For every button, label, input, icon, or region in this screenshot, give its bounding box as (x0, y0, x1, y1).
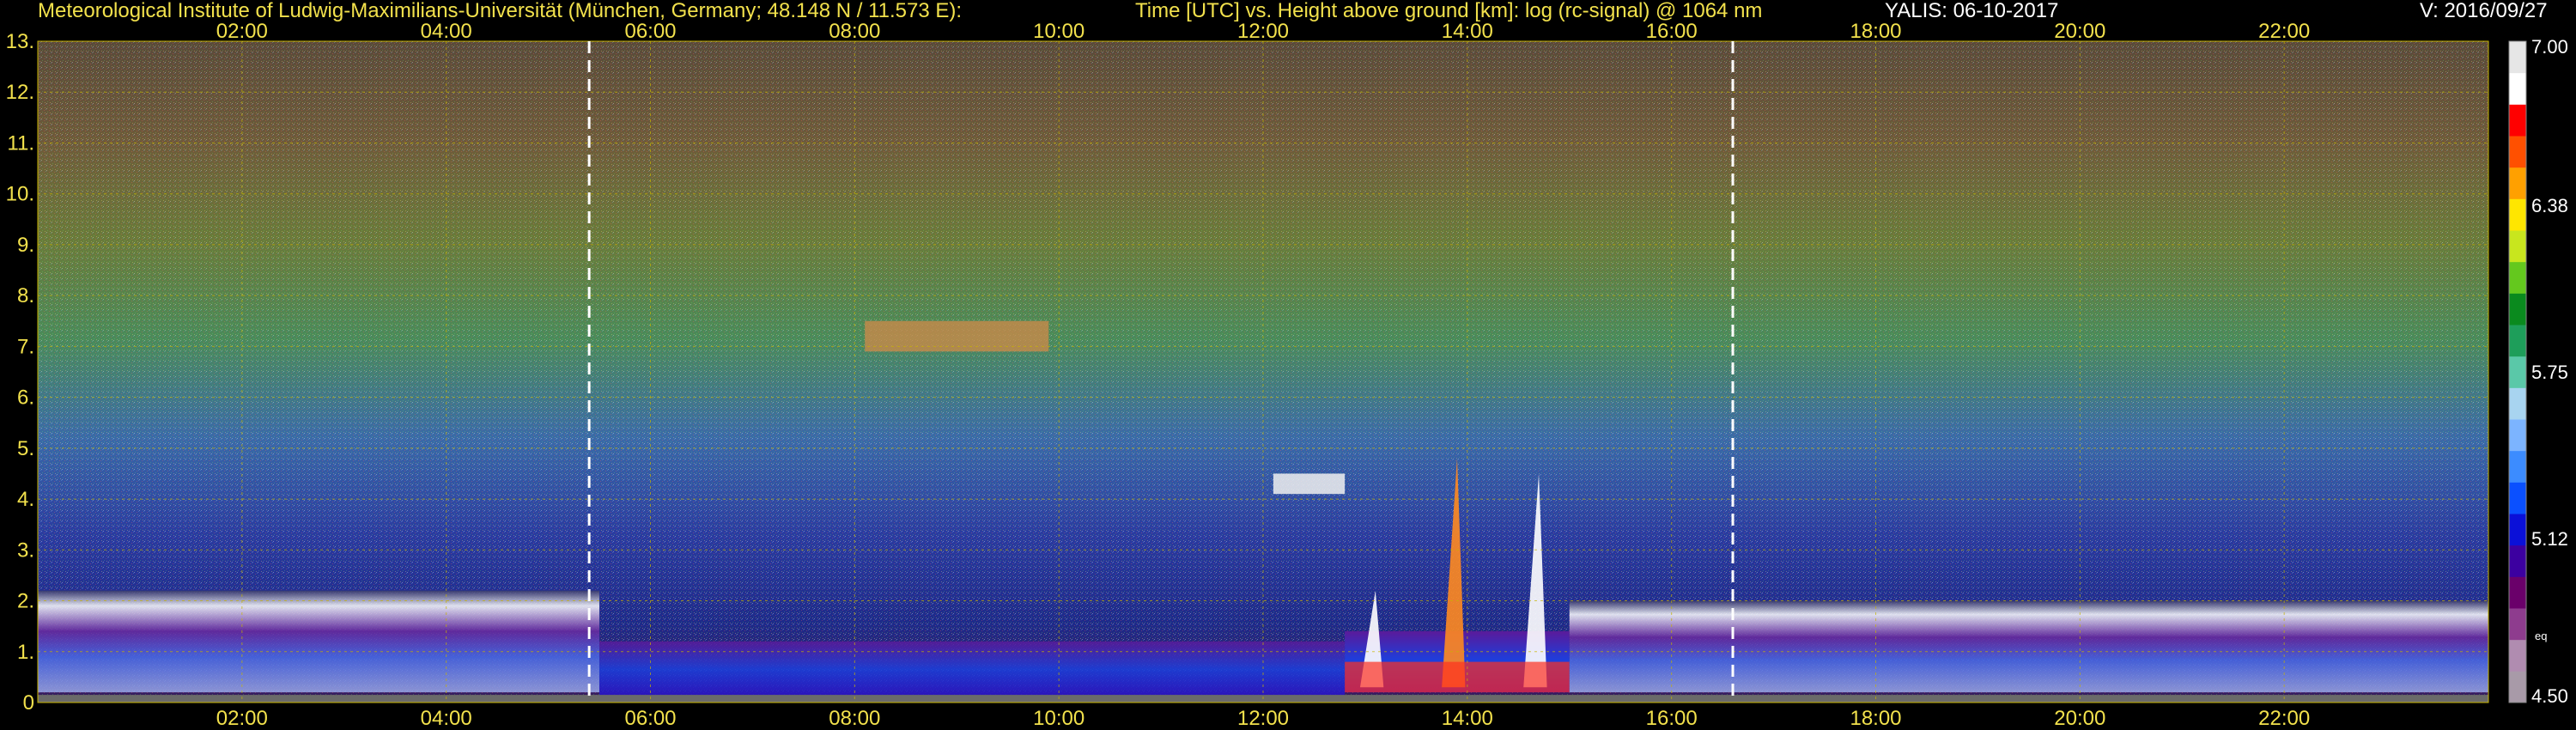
x-tick-label-bottom: 02:00 (216, 707, 268, 730)
x-tick-label-top: 06:00 (624, 20, 676, 43)
colorbar-eq-label: eq (2535, 630, 2547, 642)
colorbar-segment (2509, 514, 2526, 546)
x-tick-label-bottom: 16:00 (1646, 707, 1698, 730)
colorbar-segment (2509, 230, 2526, 263)
y-tick-label: 5. (17, 437, 34, 460)
x-tick-label-bottom: 10:00 (1033, 707, 1084, 730)
lidar-heatmap-chart: 02:00 04:00 06:00 08:00 10:00 12:00 14:00 16:00… (6, 20, 2568, 730)
x-axis-bottom: 02:00 04:00 06:00 08:00 10:00 12:00 14:00 16:00… (216, 707, 2310, 730)
colorbar-segment (2509, 608, 2526, 641)
colorbar-segment (2509, 671, 2526, 703)
y-tick-label: 0 (23, 691, 34, 715)
feature-band (1569, 600, 2488, 693)
colorbar-segment (2509, 104, 2526, 137)
x-tick-label-top: 22:00 (2258, 20, 2310, 43)
y-tick-label: 1. (17, 641, 34, 664)
colorbar-segment (2509, 293, 2526, 325)
y-tick-label: 13. (6, 30, 34, 53)
colorbar-segment (2509, 325, 2526, 357)
colorbar-segment (2509, 544, 2526, 577)
colorbar-segment (2509, 167, 2526, 199)
y-tick-label: 12. (6, 81, 34, 104)
colorbar-tick-label: 4.50 (2531, 685, 2568, 707)
colorbar-segment (2509, 576, 2526, 609)
feature-band (865, 320, 1049, 352)
colorbar-segment (2509, 482, 2526, 514)
x-axis-top: 02:00 04:00 06:00 08:00 10:00 12:00 14:00 16:00… (216, 20, 2310, 43)
y-tick-label: 9. (17, 234, 34, 257)
x-tick-label-top: 04:00 (421, 20, 472, 43)
colorbar-segment (2509, 419, 2526, 452)
x-tick-label-top: 20:00 (2054, 20, 2105, 43)
colorbar-segment (2509, 450, 2526, 483)
colorbar-tick-label: 5.12 (2531, 528, 2568, 550)
x-tick-label-bottom: 14:00 (1442, 707, 1493, 730)
colorbar-segment (2509, 72, 2526, 105)
x-tick-label-bottom: 22:00 (2258, 707, 2310, 730)
colorbar-segment (2509, 41, 2526, 74)
y-axis: 0 1. 2. 3. 4. 5. 6. 7. 8. 9. 10. 11. 12. 13. (6, 30, 34, 715)
y-tick-label: 3. (17, 538, 34, 562)
colorbar-tick-label: 6.38 (2531, 195, 2568, 216)
feature-band (1273, 473, 1346, 495)
colorbar-segment (2509, 136, 2526, 168)
feature-band (38, 590, 600, 693)
x-tick-label-top: 18:00 (1850, 20, 1901, 43)
x-tick-label-bottom: 18:00 (1850, 707, 1901, 730)
y-tick-label: 8. (17, 284, 34, 307)
y-tick-label: 10. (6, 183, 34, 206)
x-tick-label-bottom: 12:00 (1237, 707, 1289, 730)
colorbar-tick-label: 5.75 (2531, 362, 2568, 383)
colorbar-tick-label: 7.00 (2531, 36, 2568, 58)
x-tick-label-top: 16:00 (1646, 20, 1698, 43)
y-tick-label: 4. (17, 488, 34, 511)
colorbar-segment (2509, 198, 2526, 231)
y-tick-label: 11. (7, 131, 34, 155)
y-tick-label: 6. (17, 386, 34, 410)
x-tick-label-top: 02:00 (216, 20, 268, 43)
colorbar-segment (2509, 356, 2526, 388)
x-tick-label-top: 12:00 (1237, 20, 1289, 43)
x-tick-label-bottom: 08:00 (829, 707, 880, 730)
colorbar-segment (2509, 261, 2526, 294)
y-tick-label: 7. (17, 335, 34, 358)
plume-core (1345, 661, 1570, 693)
x-tick-label-top: 08:00 (829, 20, 880, 43)
x-tick-label-top: 14:00 (1442, 20, 1493, 43)
x-tick-label-top: 10:00 (1033, 20, 1084, 43)
colorbar-segment (2509, 387, 2526, 420)
x-tick-label-bottom: 06:00 (624, 707, 676, 730)
x-tick-label-bottom: 20:00 (2054, 707, 2105, 730)
colorbar-segment (2509, 639, 2526, 672)
feature-band (599, 641, 1346, 698)
y-tick-label: 2. (17, 590, 34, 613)
colorbar: 4.50 5.12 5.75 6.38 7.00 eq (2508, 36, 2568, 707)
x-tick-label-bottom: 04:00 (421, 707, 472, 730)
